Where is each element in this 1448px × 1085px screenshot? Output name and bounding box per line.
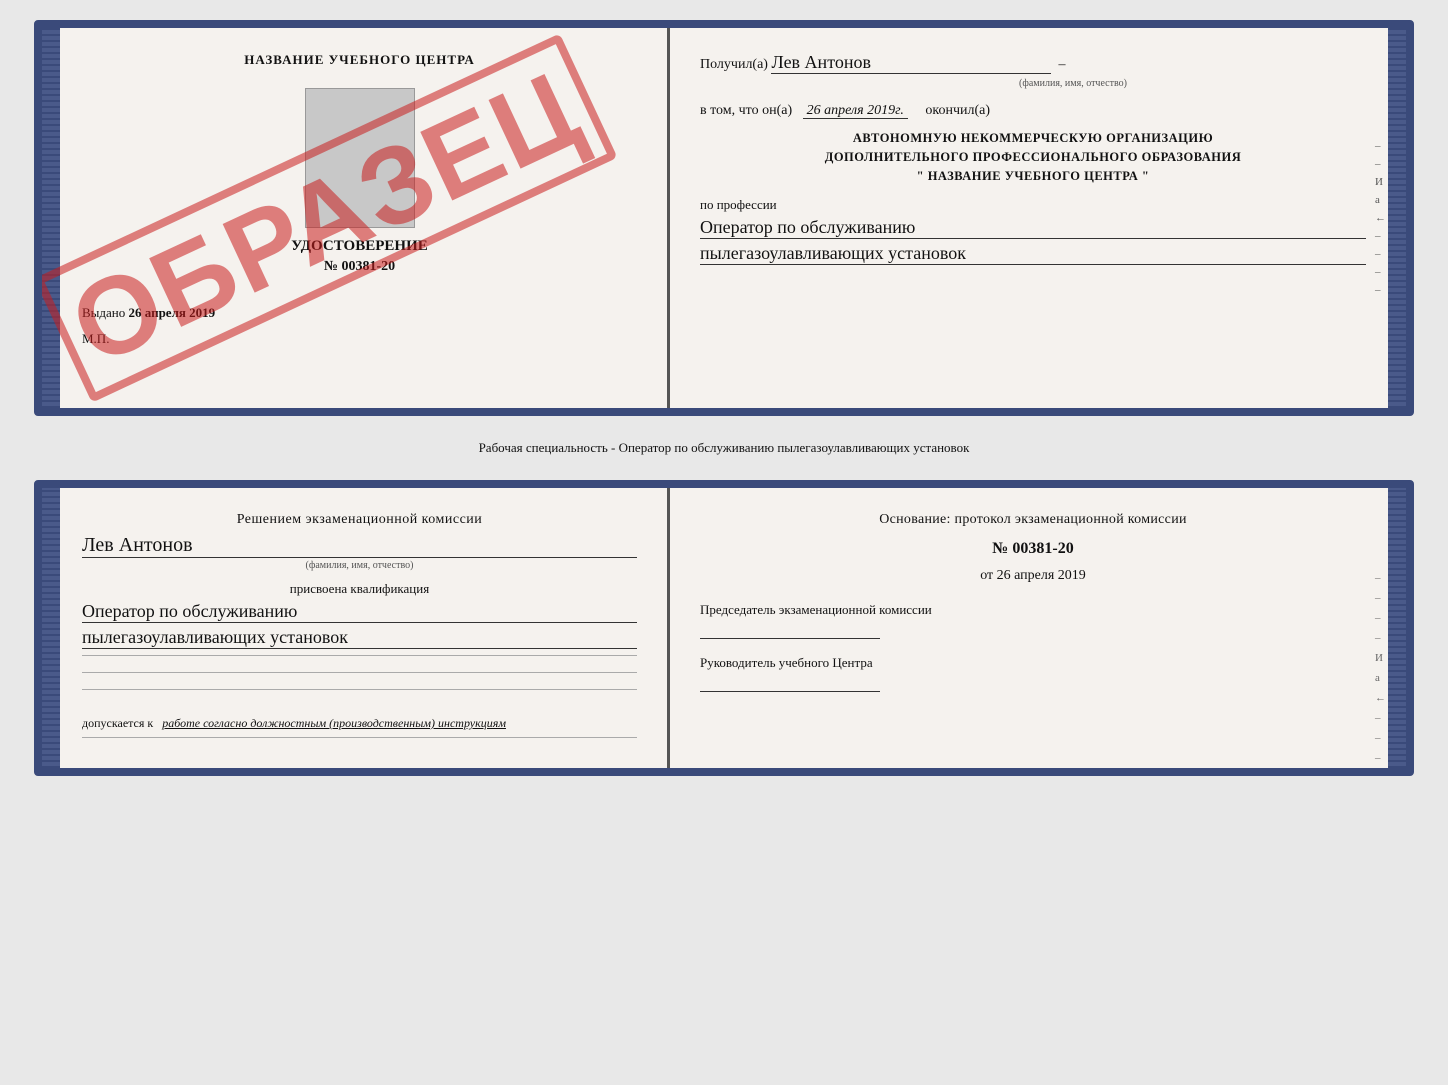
profession-line1: Оператор по обслуживанию xyxy=(700,217,1366,239)
side-marks-bottom: – – – – И а ← – – – – – xyxy=(1375,572,1386,776)
photo-placeholder xyxy=(305,88,415,228)
director-block: Руководитель учебного Центра xyxy=(700,655,1366,692)
protocol-date: от 26 апреля 2019 xyxy=(700,568,1366,584)
org-line3: " НАЗВАНИЕ УЧЕБНОГО ЦЕНТРА " xyxy=(700,167,1366,186)
received-line: Получил(а) Лев Антонов – xyxy=(700,52,1366,74)
foundation-text: Основание: протокол экзаменационной коми… xyxy=(700,512,1366,528)
issued-date: 26 апреля 2019 xyxy=(129,305,216,320)
protocol-date-prefix: от xyxy=(980,568,993,583)
bottom-certificate: Решением экзаменационной комиссии Лев Ан… xyxy=(34,480,1414,776)
protocol-number: № 00381-20 xyxy=(700,540,1366,558)
chairman-block: Председатель экзаменационной комиссии xyxy=(700,602,1366,639)
issued-label: Выдано xyxy=(82,305,125,320)
received-label: Получил(а) xyxy=(700,57,768,72)
date-value: 26 апреля 2019г. xyxy=(803,103,908,119)
blank-line-2 xyxy=(82,672,637,673)
qualification-line1: Оператор по обслуживанию xyxy=(82,601,637,623)
decision-title: Решением экзаменационной комиссии xyxy=(82,512,637,528)
date-prefix: в том, что он(а) xyxy=(700,103,792,118)
allowed-label: допускается к xyxy=(82,716,153,730)
mp-line: М.П. xyxy=(82,331,637,347)
side-marks-top: – – И а ← – – – – xyxy=(1375,140,1386,296)
org-block: АВТОНОМНУЮ НЕКОММЕРЧЕСКУЮ ОРГАНИЗАЦИЮ ДО… xyxy=(700,129,1366,185)
date-line: в том, что он(а) 26 апреля 2019г. окончи… xyxy=(700,103,1366,119)
director-signature-line xyxy=(700,691,880,692)
date-suffix: окончил(а) xyxy=(925,103,990,118)
bottom-left-page: Решением экзаменационной комиссии Лев Ан… xyxy=(42,488,670,768)
cert-title: УДОСТОВЕРЕНИЕ xyxy=(82,238,637,255)
profession-line2: пылегазоулавливающих установок xyxy=(700,243,1366,265)
director-label: Руководитель учебного Центра xyxy=(700,655,1366,671)
allowed-value: работе согласно должностным (производств… xyxy=(162,716,506,730)
cert-number: № 00381-20 xyxy=(82,259,637,275)
bottom-right-page: Основание: протокол экзаменационной коми… xyxy=(670,488,1406,768)
blank-line-3 xyxy=(82,689,637,690)
org-line2: ДОПОЛНИТЕЛЬНОГО ПРОФЕССИОНАЛЬНОГО ОБРАЗО… xyxy=(700,148,1366,167)
fio-label-bottom: (фамилия, имя, отчество) xyxy=(82,560,637,571)
bottom-person-name: Лев Антонов xyxy=(82,534,637,558)
profession-label: по профессии xyxy=(700,197,1366,213)
issued-line: Выдано 26 апреля 2019 xyxy=(82,305,637,321)
org-line1: АВТОНОМНУЮ НЕКОММЕРЧЕСКУЮ ОРГАНИЗАЦИЮ xyxy=(700,129,1366,148)
cert-right-page: Получил(а) Лев Антонов – (фамилия, имя, … xyxy=(670,28,1406,408)
middle-description: Рабочая специальность - Оператор по обсл… xyxy=(479,432,970,464)
cert-left-page: НАЗВАНИЕ УЧЕБНОГО ЦЕНТРА УДОСТОВЕРЕНИЕ №… xyxy=(42,28,670,408)
fio-label-top: (фамилия, имя, отчество) xyxy=(780,78,1366,89)
blank-line-1 xyxy=(82,655,637,656)
qualification-line2: пылегазоулавливающих установок xyxy=(82,627,637,649)
received-name: Лев Антонов xyxy=(771,52,1051,74)
allowed-text: допускается к работе согласно должностны… xyxy=(82,710,637,731)
qualification-label: присвоена квалификация xyxy=(82,581,637,597)
blank-line-4 xyxy=(82,737,637,738)
top-certificate: НАЗВАНИЕ УЧЕБНОГО ЦЕНТРА УДОСТОВЕРЕНИЕ №… xyxy=(34,20,1414,416)
chairman-signature-line xyxy=(700,638,880,639)
chairman-label: Председатель экзаменационной комиссии xyxy=(700,602,1366,618)
school-title-top: НАЗВАНИЕ УЧЕБНОГО ЦЕНТРА xyxy=(82,52,637,68)
protocol-date-value: 26 апреля 2019 xyxy=(997,568,1086,583)
